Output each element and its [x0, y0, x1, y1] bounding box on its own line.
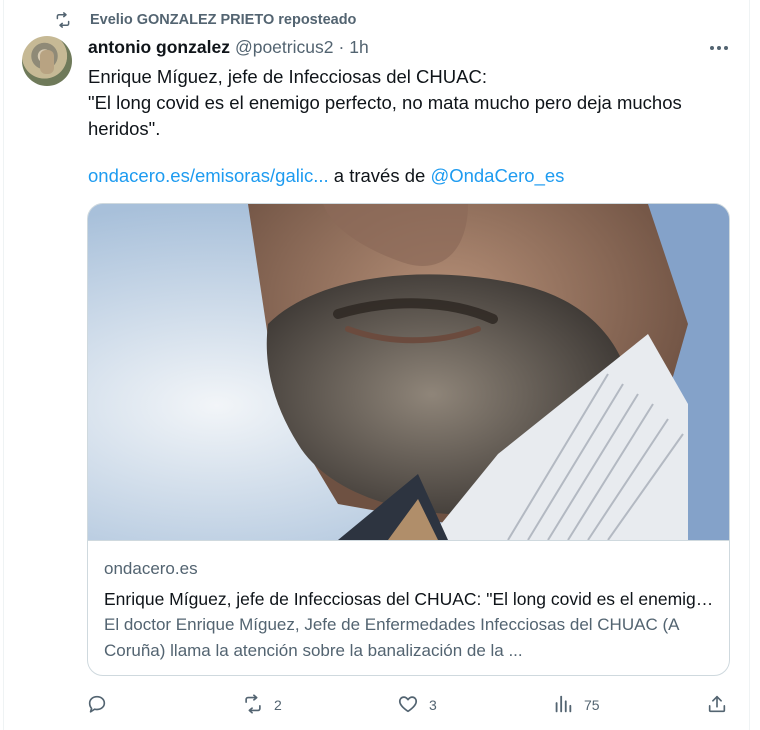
card-domain: ondacero.es [104, 559, 198, 578]
like-count: 3 [429, 697, 437, 713]
reply-icon [86, 693, 108, 718]
like-button[interactable]: 3 [397, 692, 437, 718]
tweet-body: Enrique Míguez, jefe de Infecciosas del … [88, 64, 728, 142]
more-options-icon[interactable] [706, 38, 732, 58]
card-photo [88, 204, 729, 540]
card-description: El doctor Enrique Míguez, Jefe de Enferm… [104, 615, 679, 660]
repost-label: Evelio GONZALEZ PRIETO reposteado [90, 12, 357, 28]
tweet-header: antonio gonzalez @poetricus2 · 1h [88, 36, 369, 58]
heart-icon [397, 693, 419, 718]
tweet-actions: 2 3 75 [86, 692, 732, 718]
via-text: a través de [333, 165, 426, 186]
repost-icon [52, 9, 74, 31]
mention-link[interactable]: @OndaCero_es [430, 165, 564, 186]
views-button[interactable]: 75 [552, 692, 600, 718]
views-icon [552, 693, 574, 718]
article-link[interactable]: ondacero.es/emisoras/galic... [88, 165, 329, 186]
link-preview-card[interactable]: ondacero.es Enrique Míguez, jefe de Infe… [87, 203, 730, 676]
tweet-text: Enrique Míguez, jefe de Infecciosas del … [88, 66, 682, 139]
timeline-border-left [3, 0, 4, 730]
repost-indicator[interactable]: Evelio GONZALEZ PRIETO reposteado [52, 9, 356, 31]
timeline-border-right [749, 0, 750, 730]
retweet-count: 2 [274, 697, 282, 713]
retweet-icon [242, 693, 264, 718]
author-name[interactable]: antonio gonzalez [88, 37, 230, 58]
avatar[interactable] [22, 36, 72, 86]
retweet-button[interactable]: 2 [242, 692, 282, 718]
author-handle[interactable]: @poetricus2 [235, 37, 334, 58]
share-button[interactable] [706, 692, 728, 718]
tweet-time[interactable]: 1h [349, 37, 368, 58]
card-image[interactable] [88, 204, 729, 540]
tweet-link-line: ondacero.es/emisoras/galic... a través d… [88, 163, 564, 189]
share-icon [706, 693, 728, 718]
reply-button[interactable] [86, 692, 118, 718]
views-count: 75 [584, 697, 600, 713]
card-title: Enrique Míguez, jefe de Infecciosas del … [104, 589, 715, 609]
header-separator: · [338, 36, 345, 57]
avatar-figure [40, 50, 54, 74]
card-meta[interactable]: ondacero.es Enrique Míguez, jefe de Infe… [88, 540, 729, 675]
